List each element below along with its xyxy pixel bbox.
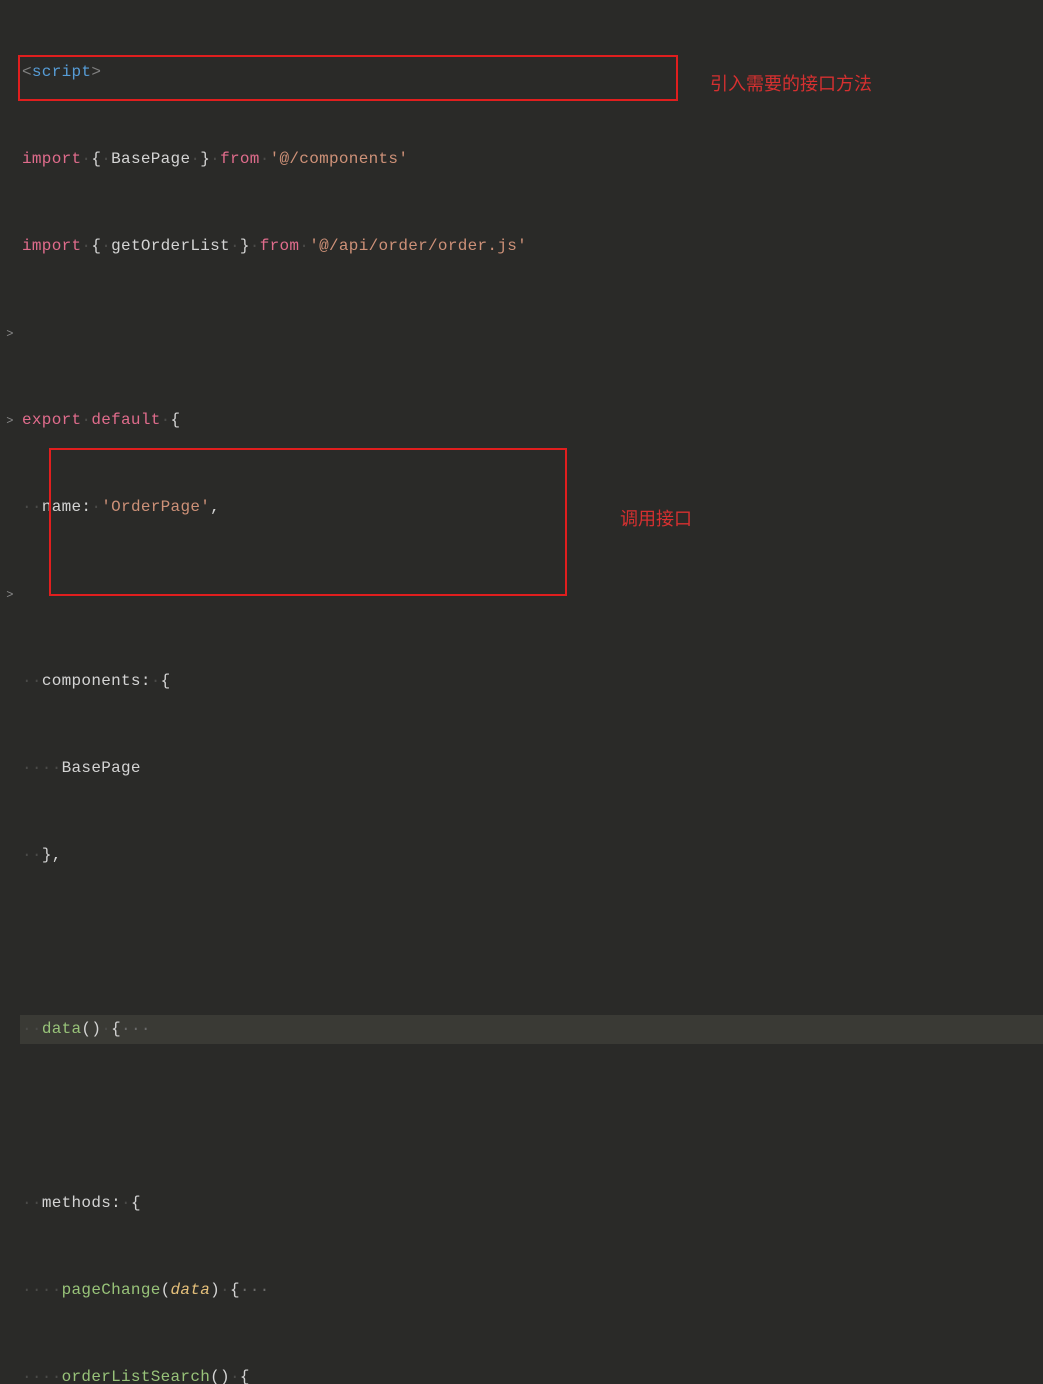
annotation-label-2: 调用接口 xyxy=(620,505,692,531)
code-line: import·{·getOrderList·}·from·'@/api/orde… xyxy=(20,232,1043,261)
fold-icon[interactable]: > xyxy=(6,327,14,341)
code-line-folded: ··data()·{··· xyxy=(20,1015,1043,1044)
code-line: import·{·BasePage·}·from·'@/components' xyxy=(20,145,1043,174)
code-line xyxy=(20,1102,1043,1131)
code-line: ··name:·'OrderPage', xyxy=(20,493,1043,522)
code-line: ····BasePage xyxy=(20,754,1043,783)
code-line: <script> xyxy=(20,58,1043,87)
code-line: ····orderListSearch()·{ xyxy=(20,1363,1043,1384)
annotation-label-1: 引入需要的接口方法 xyxy=(710,70,872,96)
fold-icon[interactable]: > xyxy=(6,588,14,602)
code-line: export·default·{ xyxy=(20,406,1043,435)
code-editor[interactable]: > > > <script> import·{·BasePage·}·from·… xyxy=(0,0,1043,1384)
code-line xyxy=(20,580,1043,609)
code-line xyxy=(20,319,1043,348)
gutter-column: > > > xyxy=(0,0,20,1384)
fold-icon[interactable]: > xyxy=(6,414,14,428)
code-line: ··}, xyxy=(20,841,1043,870)
code-line xyxy=(20,928,1043,957)
code-content[interactable]: <script> import·{·BasePage·}·from·'@/com… xyxy=(20,0,1043,1384)
code-line: ··methods:·{ xyxy=(20,1189,1043,1218)
code-line-folded: ····pageChange(data)·{··· xyxy=(20,1276,1043,1305)
